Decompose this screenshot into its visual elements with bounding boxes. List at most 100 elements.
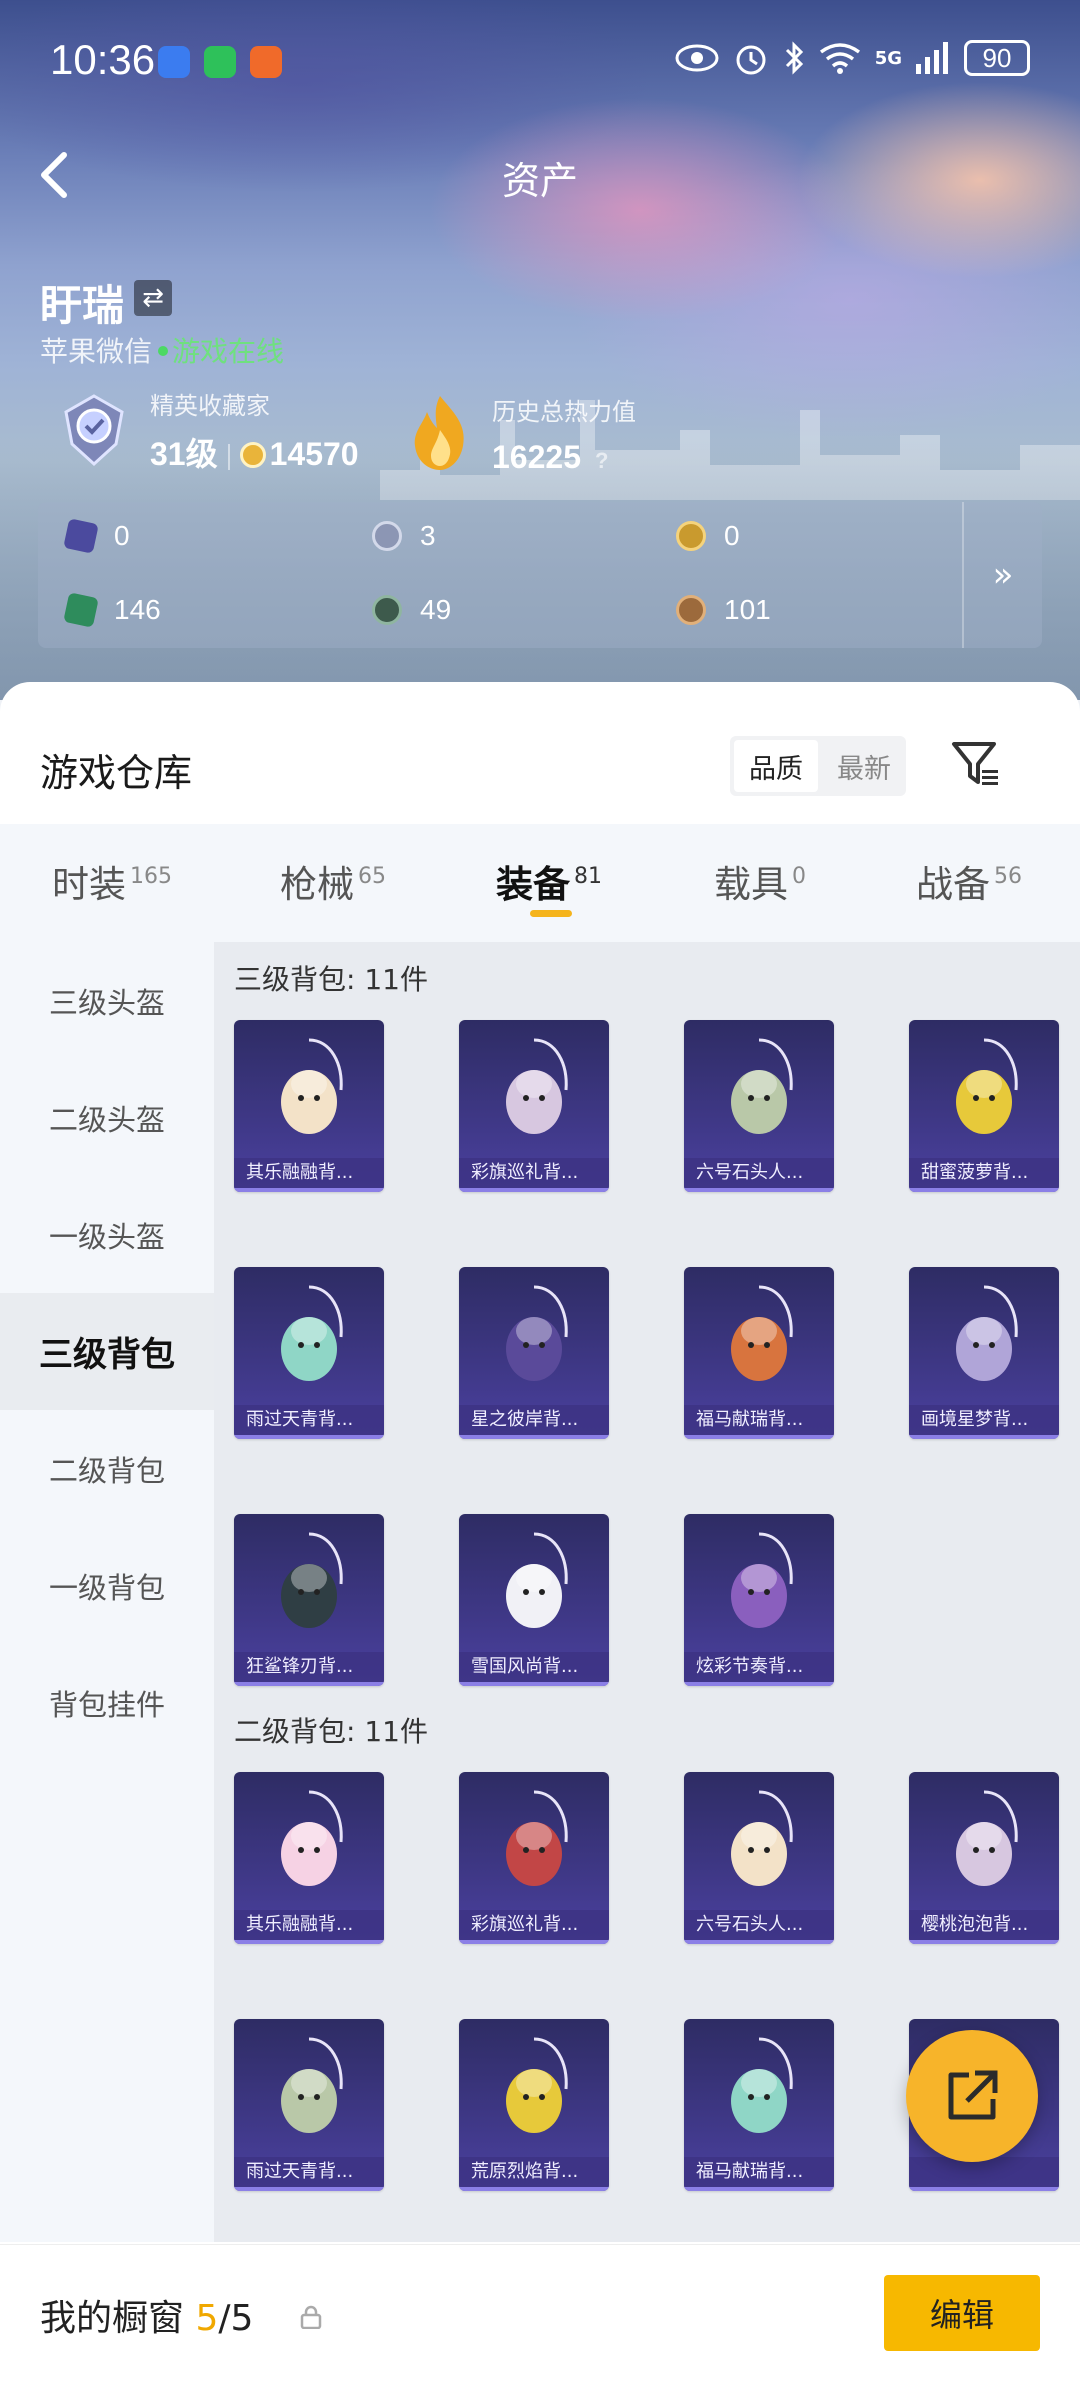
- sidebar-item-backpack-2[interactable]: 二级背包: [0, 1410, 214, 1527]
- backpack-item-card[interactable]: 雨过天青背...: [234, 2019, 384, 2191]
- backpack-image: [506, 1038, 568, 1134]
- filter-icon[interactable]: [950, 738, 1002, 788]
- backpack-item-card[interactable]: 彩旗巡礼背...: [459, 1020, 609, 1192]
- online-dot-icon: [158, 346, 169, 356]
- coin-icon: [239, 442, 266, 468]
- backpack-item-card[interactable]: 彩旗巡礼背...: [459, 1772, 609, 1944]
- tab-count: 0: [792, 864, 806, 889]
- item-name: 星之彼岸背...: [459, 1405, 609, 1435]
- heat-stat: 历史总热力值 16225?: [492, 392, 636, 476]
- tab-label: 装备: [496, 863, 570, 906]
- showcase-total: /5: [218, 2298, 254, 2339]
- backpack-image: [506, 1790, 568, 1886]
- currency-item: 49: [372, 594, 451, 626]
- notification-app-icon: [158, 46, 190, 78]
- backpack-item-card[interactable]: 六号石头人...: [684, 1772, 834, 1944]
- backpack-item-card[interactable]: 六号石头人...: [684, 1020, 834, 1192]
- backpack-item-card[interactable]: 雪国风尚背...: [459, 1514, 609, 1686]
- heat-value: 16225: [492, 439, 581, 475]
- backpack-image: [956, 1285, 1018, 1381]
- currency-value: 0: [724, 520, 740, 551]
- section-header: 三级背包: 11件: [234, 963, 428, 996]
- backpack-item-card[interactable]: 狂鲨锋刃背...: [234, 1514, 384, 1686]
- currency-more-button[interactable]: »: [962, 502, 1042, 648]
- collector-stat: 精英收藏家 31级 14570: [150, 386, 359, 475]
- green-card-icon: [63, 592, 99, 628]
- tab-gear[interactable]: 战备 56: [916, 854, 1022, 908]
- tab-count: 165: [130, 864, 172, 889]
- tab-count: 65: [358, 864, 386, 889]
- status-time: 10:36: [50, 36, 156, 83]
- item-name: 彩旗巡礼背...: [459, 1158, 609, 1188]
- currency-item: 0: [676, 520, 740, 552]
- sidebar-item-helmet-1[interactable]: 一级头盔: [0, 1176, 214, 1293]
- user-name: 盱瑞: [40, 281, 125, 330]
- bronze-coin-icon: [676, 595, 706, 625]
- backpack-item-card[interactable]: 画境星梦背...: [909, 1267, 1059, 1439]
- lock-icon: [300, 2305, 322, 2329]
- sidebar-item-backpack-charm[interactable]: 背包挂件: [0, 1644, 214, 1761]
- item-name: 画境星梦背...: [909, 1405, 1059, 1435]
- help-icon[interactable]: ?: [595, 448, 608, 473]
- item-name: 六号石头人...: [684, 1910, 834, 1940]
- showcase-bar: 我的橱窗 5/5 编辑: [0, 2244, 1080, 2381]
- showcase-current: 5: [195, 2298, 219, 2339]
- backpack-item-card[interactable]: 福马献瑞背...: [684, 1267, 834, 1439]
- item-name: 雪国风尚背...: [459, 1652, 609, 1682]
- battery-indicator: 90: [964, 40, 1030, 76]
- status-bar: 10:36 5G 90: [0, 0, 1080, 120]
- backpack-item-card[interactable]: 星之彼岸背...: [459, 1267, 609, 1439]
- divider: [227, 443, 230, 470]
- backpack-image: [281, 1790, 343, 1886]
- item-name: 炫彩节奏背...: [684, 1652, 834, 1682]
- tab-fashion[interactable]: 时装 165: [52, 854, 172, 908]
- sidebar-item-backpack-1[interactable]: 一级背包: [0, 1527, 214, 1644]
- edit-button[interactable]: 编辑: [884, 2275, 1040, 2351]
- currency-item: 146: [63, 592, 161, 628]
- share-button[interactable]: [906, 2030, 1038, 2162]
- item-name: 福马献瑞背...: [684, 2157, 834, 2187]
- backpack-item-card[interactable]: 炫彩节奏背...: [684, 1514, 834, 1686]
- backpack-image: [281, 2037, 343, 2133]
- backpack-item-card[interactable]: 其乐融融背...: [234, 1772, 384, 1944]
- section-header: 二级背包: 11件: [234, 1715, 428, 1748]
- backpack-item-card[interactable]: 樱桃泡泡背...: [909, 1772, 1059, 1944]
- backpack-item-card[interactable]: 其乐融融背...: [234, 1020, 384, 1192]
- tab-count: 56: [994, 864, 1022, 889]
- coin-value: 14570: [269, 436, 359, 472]
- tab-vehicles[interactable]: 载具 0: [714, 854, 806, 908]
- item-name: 荒原烈焰背...: [459, 2157, 609, 2187]
- item-name: 雨过天青背...: [234, 1405, 384, 1435]
- currency-value: 3: [420, 520, 436, 551]
- city-skyline-image: [380, 400, 1080, 500]
- sort-latest-button[interactable]: 最新: [822, 736, 906, 796]
- tab-guns[interactable]: 枪械 65: [280, 854, 386, 908]
- rank-emblem-icon: [64, 394, 124, 467]
- sort-toggle: 品质 最新: [730, 736, 906, 796]
- currency-item: 0: [63, 518, 130, 554]
- backpack-image: [956, 1038, 1018, 1134]
- tab-label: 时装: [52, 863, 126, 906]
- backpack-image: [281, 1285, 343, 1381]
- tab-equipment[interactable]: 装备 81: [496, 854, 602, 908]
- switch-account-icon[interactable]: ⇄: [134, 280, 172, 316]
- backpack-item-card[interactable]: 荒原烈焰背...: [459, 2019, 609, 2191]
- network-type: 5G: [874, 47, 902, 69]
- item-name: 甜蜜菠萝背...: [909, 1158, 1059, 1188]
- sidebar-item-helmet-2[interactable]: 二级头盔: [0, 1059, 214, 1176]
- sort-quality-button[interactable]: 品质: [734, 740, 818, 792]
- item-name: 福马献瑞背...: [684, 1405, 834, 1435]
- tab-label: 载具: [714, 863, 788, 906]
- online-status: 游戏在线: [172, 335, 285, 368]
- user-platform-status: 苹果微信 游戏在线: [40, 330, 284, 370]
- backpack-item-card[interactable]: 甜蜜菠萝背...: [909, 1020, 1059, 1192]
- sidebar-item-helmet-3[interactable]: 三级头盔: [0, 942, 214, 1059]
- warehouse-title: 游戏仓库: [40, 751, 193, 795]
- backpack-item-card[interactable]: 雨过天青背...: [234, 1267, 384, 1439]
- sidebar-item-backpack-3[interactable]: 三级背包: [0, 1293, 214, 1410]
- backpack-item-card[interactable]: 福马献瑞背...: [684, 2019, 834, 2191]
- backpack-image: [731, 1790, 793, 1886]
- wechat-icon: [204, 46, 236, 78]
- item-name: 狂鲨锋刃背...: [234, 1652, 384, 1682]
- alarm-icon: [736, 45, 766, 75]
